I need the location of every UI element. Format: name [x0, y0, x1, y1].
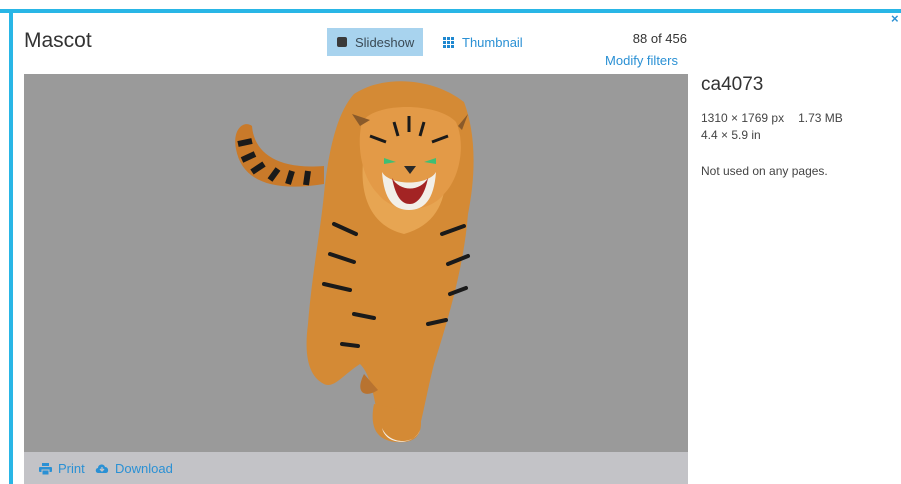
modal-title: Mascot — [24, 29, 92, 52]
image-counter: 88 of 456 — [632, 31, 687, 46]
image-file-size: 1.73 MB — [798, 111, 843, 125]
image-name: ca4073 — [701, 74, 764, 95]
close-icon[interactable]: × — [891, 12, 901, 25]
cloud-download-icon — [95, 464, 109, 473]
thumbnail-tab-label: Thumbnail — [462, 34, 523, 50]
print-label: Print — [58, 461, 85, 476]
square-icon — [337, 37, 347, 47]
image-dimensions-px: 1310 × 1769 px — [701, 111, 785, 125]
print-button[interactable]: Print — [39, 461, 85, 476]
viewer-footer: Print Download — [24, 452, 688, 484]
image-info-panel: ca4073 1310 × 1769 px 1.73 MB 4.4 × 5.9 i… — [701, 74, 891, 178]
image-usage: Not used on any pages. — [701, 164, 828, 178]
download-button[interactable]: Download — [95, 461, 173, 476]
grid-icon — [443, 36, 454, 48]
image-meta: 1310 × 1769 px 1.73 MB 4.4 × 5.9 in — [701, 110, 891, 144]
modal-left-border — [9, 9, 13, 484]
download-label: Download — [115, 461, 173, 476]
image-viewer — [24, 74, 688, 452]
modify-filters-link[interactable]: Modify filters — [605, 53, 678, 68]
printer-icon — [39, 462, 52, 475]
slideshow-tab[interactable]: Slideshow — [327, 28, 423, 56]
tiger-illustration — [235, 81, 474, 443]
thumbnail-tab[interactable]: Thumbnail — [443, 28, 523, 56]
image-dimensions-in: 4.4 × 5.9 in — [701, 128, 761, 142]
slideshow-tab-label: Slideshow — [355, 34, 415, 50]
modal-top-border — [0, 9, 901, 13]
